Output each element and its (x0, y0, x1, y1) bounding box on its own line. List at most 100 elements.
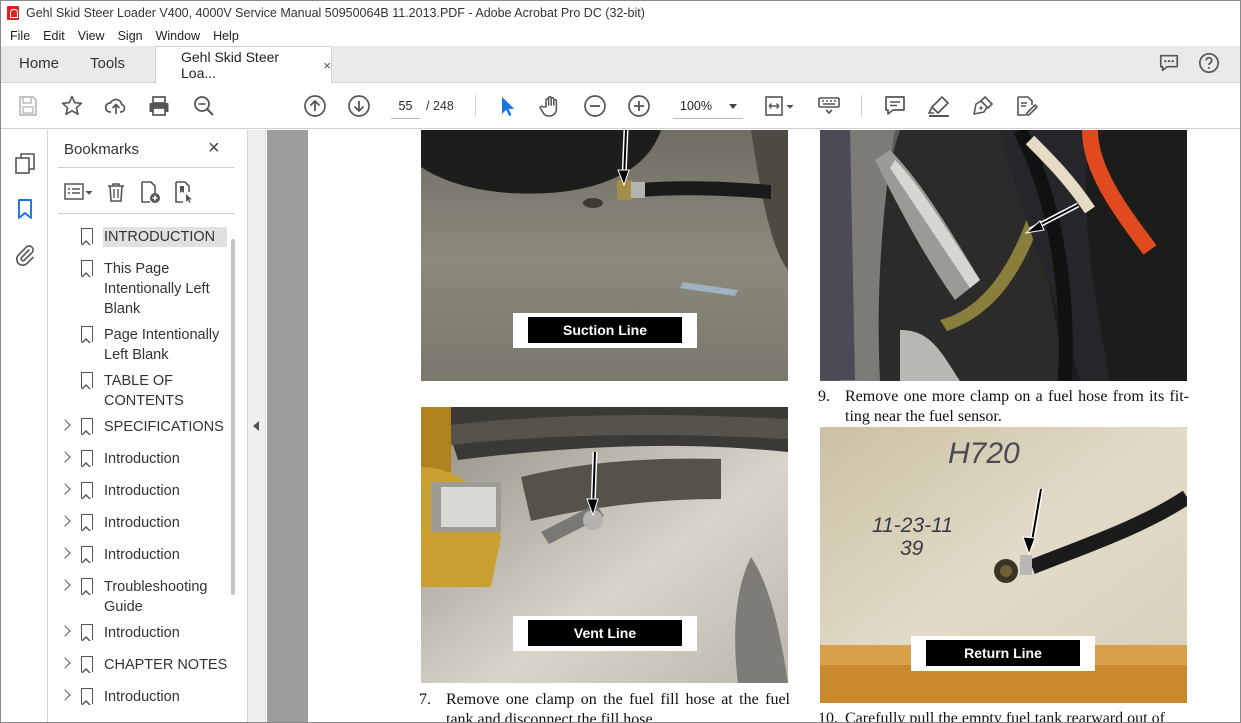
vent-line-caption: Vent Line (528, 620, 682, 646)
caption-box: Return Line (911, 636, 1095, 671)
window-title: Gehl Skid Steer Loader V400, 4000V Servi… (26, 6, 645, 20)
expand-chevron-icon[interactable] (59, 515, 71, 527)
bookmark-properties-icon[interactable] (172, 180, 196, 204)
page-number-input[interactable]: 55 (391, 93, 420, 119)
bookmark-item[interactable]: Introduction (48, 481, 234, 501)
bookmark-icon (81, 546, 93, 563)
delete-bookmark-icon[interactable] (104, 180, 128, 204)
bookmarks-title: Bookmarks (64, 141, 140, 158)
bookmark-panel-icon[interactable] (13, 197, 37, 221)
bookmark-item[interactable]: Page Intentionally Left Blank (48, 325, 234, 365)
bookmark-icon (81, 372, 93, 389)
bookmark-label: Introduction (104, 689, 180, 705)
caption-box: Suction Line (513, 313, 697, 348)
save-icon[interactable] (16, 94, 40, 118)
step-number: 10. (818, 710, 838, 723)
expand-chevron-icon[interactable] (59, 451, 71, 463)
bookmark-icon (81, 260, 93, 277)
hand-tool-icon[interactable] (539, 94, 563, 118)
star-bookmark-icon[interactable] (60, 94, 84, 118)
bookmark-item[interactable]: This Page Intentionally Left Blank (48, 259, 234, 319)
page-thumbnails-icon[interactable] (13, 151, 37, 175)
acrobat-window: Gehl Skid Steer Loader V400, 4000V Servi… (0, 0, 1241, 723)
help-icon[interactable] (1198, 52, 1220, 74)
highlight-pen-icon[interactable] (927, 94, 951, 118)
bookmark-label: Introduction (104, 547, 180, 563)
bookmark-icon (81, 578, 93, 595)
comment-bubble-icon[interactable] (1158, 52, 1180, 74)
menu-edit[interactable]: Edit (38, 29, 70, 43)
tab-home[interactable]: Home (19, 46, 59, 82)
upload-cloud-icon[interactable] (104, 94, 128, 118)
menu-file[interactable]: File (5, 29, 35, 43)
bookmark-item[interactable]: CHAPTER NOTES (48, 655, 234, 675)
bookmark-options-icon[interactable] (62, 180, 94, 204)
attachment-icon[interactable] (13, 243, 37, 267)
expand-chevron-icon[interactable] (59, 657, 71, 669)
fit-page-icon[interactable] (763, 94, 797, 118)
bookmark-label: Introduction (104, 515, 180, 531)
bookmark-label: TABLE OF CONTENTS (104, 373, 184, 409)
tab-bar: Home Tools Gehl Skid Steer Loa... × (1, 46, 1240, 83)
menu-view[interactable]: View (73, 29, 110, 43)
bookmark-icon (81, 326, 93, 343)
bookmark-item[interactable]: SPECIFICATIONS (48, 417, 234, 437)
bookmark-icon (81, 418, 93, 435)
bookmark-icon (81, 228, 93, 245)
panel-divider (58, 167, 234, 168)
bookmark-item[interactable]: INTRODUCTION (48, 227, 234, 247)
tank-marking-text: H720 (948, 437, 1020, 470)
expand-chevron-icon[interactable] (59, 689, 71, 701)
next-page-icon[interactable] (347, 94, 371, 118)
return-line-caption: Return Line (926, 640, 1080, 666)
collapse-arrow-icon[interactable] (253, 421, 259, 431)
document-view[interactable]: Suction Line Vent Line H720 11-23-11 39 … (267, 130, 1240, 723)
expand-chevron-icon[interactable] (59, 579, 71, 591)
zoom-level-select[interactable]: 100% (673, 93, 743, 119)
bookmarks-scrollbar[interactable] (231, 239, 235, 595)
bookmark-icon (81, 688, 93, 705)
keyboard-icon[interactable] (817, 94, 841, 118)
fill-sign-icon[interactable] (1014, 94, 1038, 118)
bookmark-item[interactable]: Introduction (48, 623, 234, 643)
previous-page-icon[interactable] (303, 94, 327, 118)
bookmark-label: CHAPTER NOTES (104, 657, 228, 673)
expand-chevron-icon[interactable] (59, 547, 71, 559)
add-comment-icon[interactable] (883, 94, 907, 118)
tab-tools[interactable]: Tools (90, 46, 125, 82)
print-icon[interactable] (147, 94, 171, 118)
menu-help[interactable]: Help (208, 29, 244, 43)
bookmark-item[interactable]: Introduction (48, 449, 234, 469)
bookmark-item[interactable]: Troubleshooting Guide (48, 577, 234, 617)
zoom-in-icon[interactable] (627, 94, 651, 118)
bookmark-icon (81, 482, 93, 499)
zoom-level-value: 100% (680, 99, 712, 113)
sign-pen-icon[interactable] (971, 94, 995, 118)
acrobat-logo-icon (7, 6, 19, 20)
close-tab-icon[interactable]: × (323, 58, 331, 73)
bookmark-item[interactable]: Introduction (48, 687, 234, 707)
new-bookmark-icon[interactable] (138, 180, 162, 204)
tab-document[interactable]: Gehl Skid Steer Loa... × (155, 46, 332, 83)
zoom-out-icon[interactable] (583, 94, 607, 118)
step-number: 7. (419, 691, 431, 708)
bookmark-label: Introduction (104, 483, 180, 499)
menu-window[interactable]: Window (151, 29, 205, 43)
expand-chevron-icon[interactable] (59, 419, 71, 431)
step-text: Remove one clamp on the fuel fill hose a… (446, 691, 790, 723)
bookmark-label: Introduction (104, 451, 180, 467)
panel-collapse-strip[interactable] (248, 130, 266, 722)
expand-chevron-icon[interactable] (59, 483, 71, 495)
zoom-search-icon[interactable] (192, 94, 216, 118)
bookmark-label: Troubleshooting Guide (104, 579, 208, 615)
menu-sign[interactable]: Sign (113, 29, 148, 43)
select-cursor-icon[interactable] (495, 94, 519, 118)
bookmark-item[interactable]: Introduction (48, 513, 234, 533)
page-total: / 248 (426, 99, 454, 113)
close-panel-icon[interactable]: × (208, 138, 220, 158)
main-toolbar: 55 / 248 100% (1, 83, 1240, 129)
expand-chevron-icon[interactable] (59, 625, 71, 637)
bookmark-item[interactable]: Introduction (48, 545, 234, 565)
document-tab-title: Gehl Skid Steer Loa... (181, 49, 280, 81)
bookmark-item[interactable]: TABLE OF CONTENTS (48, 371, 234, 411)
